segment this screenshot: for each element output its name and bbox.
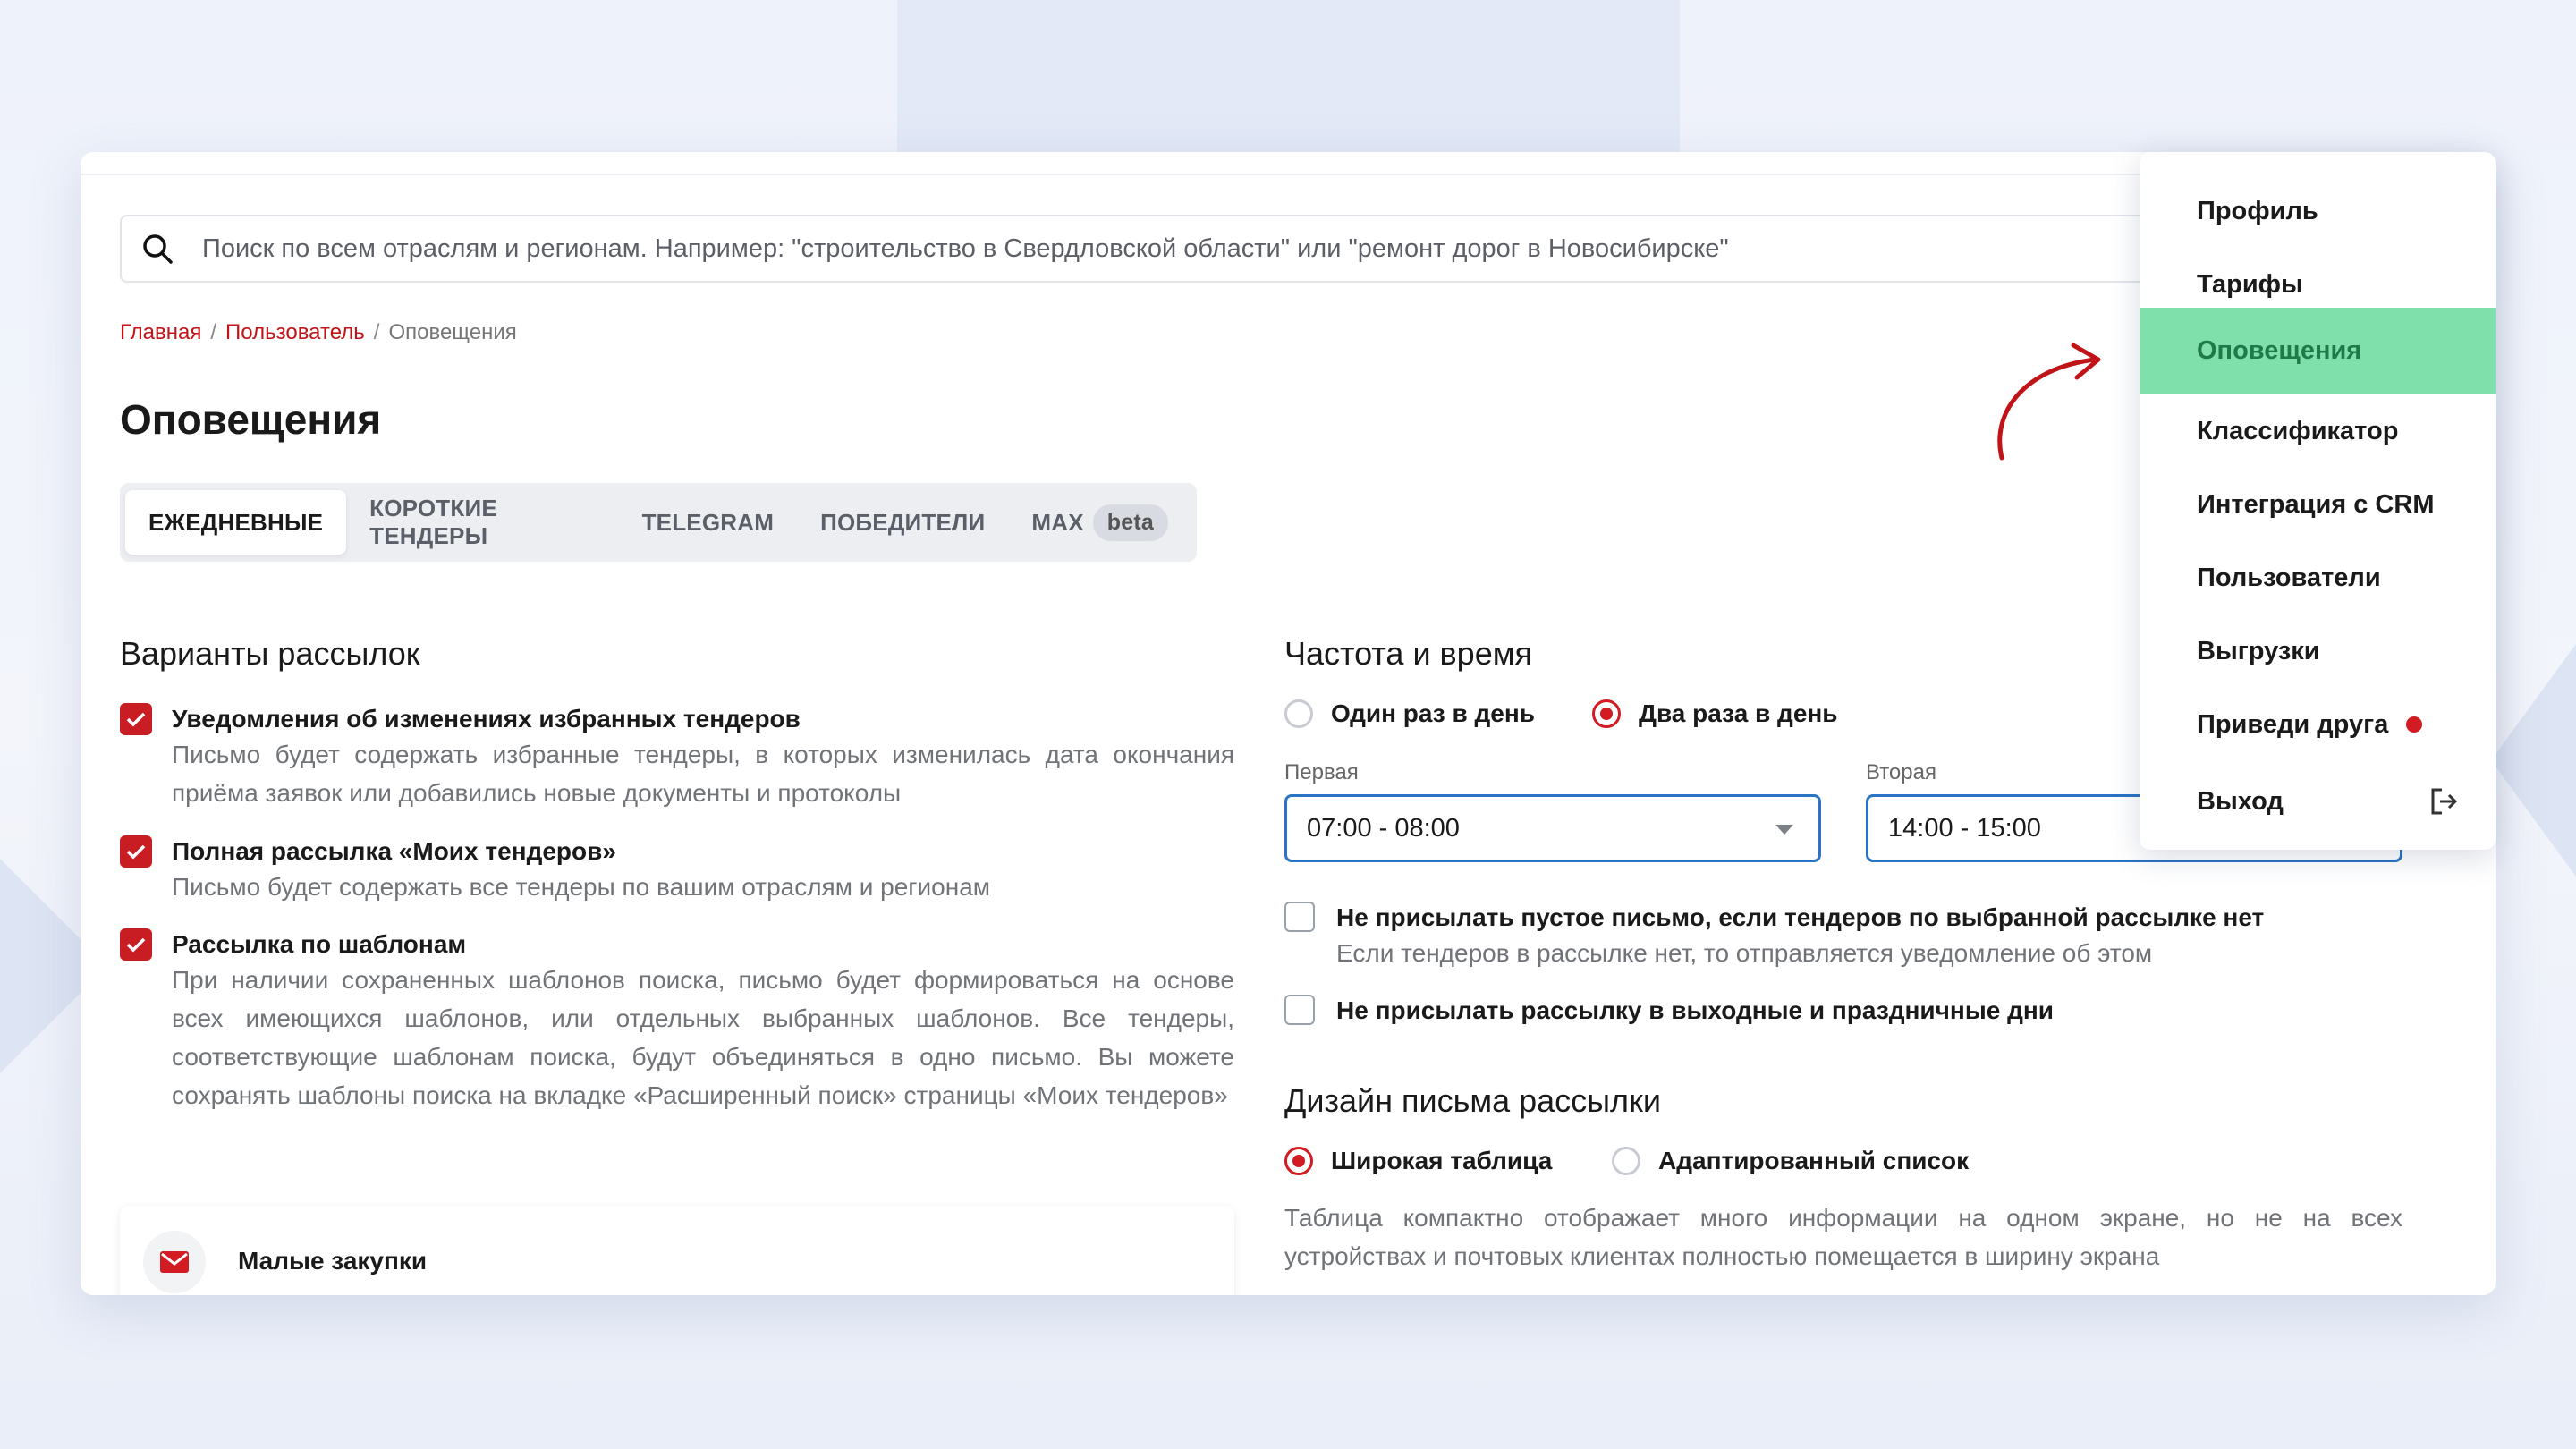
checkbox-templates[interactable] [120, 928, 152, 961]
header-divider [80, 174, 2496, 175]
option-description: Если тендеров в рассылке нет, то отправл… [1336, 939, 2153, 967]
mail-icon [143, 1231, 206, 1293]
tab-short-tenders[interactable]: КОРОТКИЕ ТЕНДЕРЫ [346, 490, 618, 555]
page-title: Оповещения [120, 396, 382, 443]
option-title: Не присылать рассылку в выходные и празд… [1336, 996, 2054, 1024]
radio-label: Два раза в день [1639, 699, 1838, 727]
background-shape-right [2491, 644, 2576, 877]
breadcrumb-user[interactable]: Пользователь [225, 320, 365, 345]
tab-bar: ЕЖЕДНЕВНЫЕ КОРОТКИЕ ТЕНДЕРЫ TELEGRAM ПОБ… [120, 483, 1197, 562]
tab-daily[interactable]: ЕЖЕДНЕВНЫЕ [125, 490, 347, 555]
radio-button[interactable] [1612, 1147, 1640, 1175]
first-time-value: 07:00 - 08:00 [1307, 813, 1460, 843]
radio-button[interactable] [1284, 699, 1313, 728]
option-description: При наличии сохраненных шаблонов поиска,… [172, 966, 1234, 1109]
checkbox-favorites-changes[interactable] [120, 703, 152, 735]
breadcrumb-separator: / [373, 320, 380, 344]
small-purchases-label: Малые закупки [238, 1247, 428, 1275]
tab-max[interactable]: MAX beta [1008, 490, 1191, 555]
option-title: Уведомления об изменениях избранных тенд… [172, 705, 801, 733]
mailing-options-title: Варианты рассылок [120, 635, 420, 672]
chevron-down-icon [1775, 825, 1793, 835]
option-templates: Рассылка по шаблонам При наличии сохране… [120, 928, 1234, 1114]
small-purchases-card[interactable]: Малые закупки [120, 1206, 1234, 1295]
beta-badge: beta [1092, 504, 1168, 541]
option-favorites-changes: Уведомления об изменениях избранных тенд… [120, 703, 1234, 812]
radio-once-a-day[interactable]: Один раз в день [1284, 699, 1535, 728]
frequency-title: Частота и время [1284, 635, 1532, 672]
first-time-select[interactable]: 07:00 - 08:00 [1284, 794, 1821, 862]
checkbox-no-weekends[interactable] [1284, 995, 1315, 1025]
check-icon [126, 844, 146, 860]
design-title: Дизайн письма рассылки [1284, 1082, 1661, 1119]
menu-item-invite-friend[interactable]: Приведи друга [2140, 682, 2496, 767]
radio-label: Адаптированный список [1658, 1147, 1970, 1174]
second-time-value: 14:00 - 15:00 [1888, 813, 2041, 843]
first-time-label: Первая [1284, 760, 1359, 784]
notification-dot [2406, 716, 2423, 733]
checkbox-no-empty-letter[interactable] [1284, 902, 1315, 932]
check-icon [126, 937, 146, 953]
radio-wide-table[interactable]: Широкая таблица [1284, 1147, 1552, 1175]
menu-item-notifications[interactable]: Оповещения [2140, 308, 2496, 394]
menu-item-label: Выход [2197, 786, 2284, 816]
search-bar[interactable] [120, 215, 2463, 283]
second-time-label: Вторая [1866, 760, 1936, 784]
logout-icon [2431, 788, 2458, 815]
radio-button-selected[interactable] [1592, 699, 1621, 728]
radio-label: Один раз в день [1331, 699, 1535, 727]
option-title: Полная рассылка «Моих тендеров» [172, 837, 616, 865]
breadcrumb-separator: / [210, 320, 217, 344]
option-no-weekends: Не присылать рассылку в выходные и празд… [1284, 995, 2402, 1027]
option-title: Рассылка по шаблонам [172, 930, 467, 958]
menu-item-label: Приведи друга [2197, 709, 2389, 739]
checkbox-full-mailing[interactable] [120, 835, 152, 868]
option-description: Письмо будет содержать избранные тендеры… [172, 741, 1234, 807]
search-icon [140, 231, 175, 267]
main-window: Главная / Пользователь / Оповещения Опов… [80, 152, 2496, 1295]
design-description: Таблица компактно отображает много инфор… [1284, 1204, 2402, 1270]
option-title: Не присылать пустое письмо, если тендеро… [1336, 903, 2265, 931]
radio-twice-a-day[interactable]: Два раза в день [1592, 699, 1838, 728]
radio-adaptive-list[interactable]: Адаптированный список [1612, 1147, 1969, 1175]
option-full-mailing: Полная рассылка «Моих тендеров» Письмо б… [120, 835, 1234, 906]
tab-max-label: MAX [1031, 508, 1084, 536]
option-description: Письмо будет содержать все тендеры по ва… [172, 873, 991, 901]
tab-telegram[interactable]: TELEGRAM [619, 490, 797, 555]
breadcrumb-home[interactable]: Главная [120, 320, 201, 345]
tab-winners[interactable]: ПОБЕДИТЕЛИ [797, 490, 1008, 555]
radio-label: Широкая таблица [1331, 1147, 1553, 1174]
user-dropdown-menu: Профиль Тарифы Оповещения Классификатор … [2140, 152, 2496, 850]
curved-arrow-icon [1997, 343, 2101, 461]
search-input[interactable] [200, 233, 2351, 265]
menu-item-logout[interactable]: Выход [2140, 758, 2496, 844]
breadcrumb: Главная / Пользователь / Оповещения [120, 320, 517, 345]
option-no-empty-letter: Не присылать пустое письмо, если тендеро… [1284, 902, 2402, 973]
radio-button-selected[interactable] [1284, 1147, 1313, 1175]
breadcrumb-current: Оповещения [388, 320, 517, 344]
check-icon [126, 712, 146, 727]
